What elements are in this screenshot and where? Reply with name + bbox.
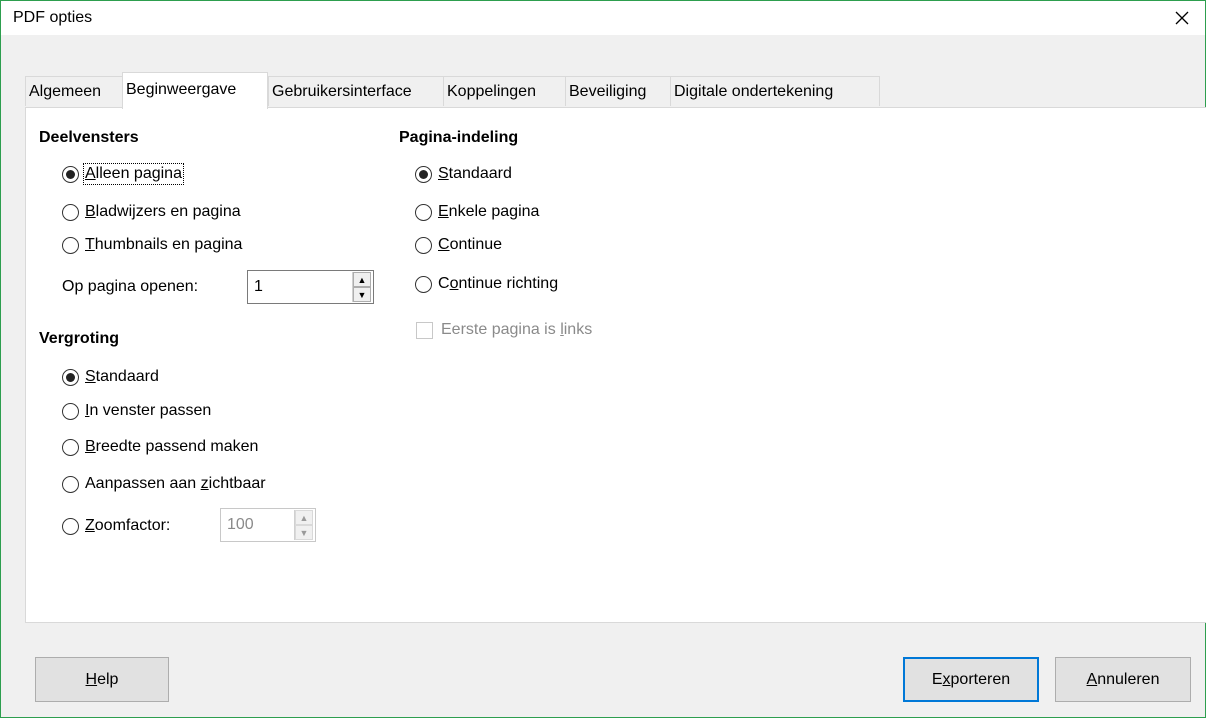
radio-indicator xyxy=(415,203,432,221)
window-title: PDF opties xyxy=(13,9,93,26)
open-page-value: 1 xyxy=(254,278,263,295)
radio-indicator xyxy=(62,368,79,386)
tab-gebruikersinterface[interactable]: Gebruikersinterface xyxy=(268,76,444,106)
radio-indicator xyxy=(62,517,79,535)
spin-down-icon[interactable]: ▼ xyxy=(353,287,371,302)
radio-bladwijzers-en-pagina[interactable]: Bladwijzers en pagina xyxy=(62,200,241,224)
radio-aanpassen-aan-zichtbaar[interactable]: Aanpassen aan zichtbaar xyxy=(62,472,266,496)
spin-up-icon[interactable]: ▲ xyxy=(295,510,313,525)
tab-beginweergave[interactable]: Beginweergave xyxy=(122,72,268,109)
checkbox-eerste-pagina-is-links[interactable]: Eerste pagina is links xyxy=(416,318,592,342)
help-button[interactable]: Help xyxy=(35,657,169,702)
pdf-options-dialog: PDF opties Algemeen Beginweergave Gebrui… xyxy=(0,0,1206,718)
tab-beveiliging[interactable]: Beveiliging xyxy=(565,76,671,106)
radio-indicator xyxy=(415,275,432,293)
radio-enkele-pagina[interactable]: Enkele pagina xyxy=(415,200,539,224)
pagina-indeling-heading: Pagina-indeling xyxy=(399,129,519,146)
tab-algemeen[interactable]: Algemeen xyxy=(25,76,123,106)
radio-indicator xyxy=(62,402,79,420)
spin-down-icon[interactable]: ▼ xyxy=(295,525,313,540)
radio-layout-standaard[interactable]: Standaard xyxy=(415,162,512,186)
zoom-factor-value: 100 xyxy=(227,516,254,533)
vergroting-heading: Vergroting xyxy=(39,330,120,347)
radio-indicator xyxy=(415,236,432,254)
tab-digitale-ondertekening[interactable]: Digitale ondertekening xyxy=(670,76,880,106)
radio-continue-richting[interactable]: Continue richting xyxy=(415,272,558,296)
radio-indicator xyxy=(62,236,79,254)
radio-alleen-pagina[interactable]: Alleen pagina xyxy=(62,162,184,186)
radio-zoom-standaard[interactable]: Standaard xyxy=(62,365,159,389)
radio-continue[interactable]: Continue xyxy=(415,233,502,257)
tab-koppelingen[interactable]: Koppelingen xyxy=(443,76,566,106)
radio-indicator xyxy=(62,203,79,221)
open-page-spinbox[interactable]: 1 ▲ ▼ xyxy=(247,270,374,304)
checkbox-indicator xyxy=(416,321,433,339)
radio-indicator xyxy=(415,165,432,183)
title-bar: PDF opties xyxy=(1,1,1205,35)
export-button[interactable]: Ex porteren xyxy=(903,657,1039,702)
close-icon[interactable] xyxy=(1159,1,1205,35)
radio-indicator xyxy=(62,438,79,456)
radio-indicator xyxy=(62,165,79,183)
radio-breedte-passend-maken[interactable]: Breedte passend maken xyxy=(62,435,258,459)
cancel-button[interactable]: Annuleren xyxy=(1055,657,1191,702)
radio-in-venster-passen[interactable]: In venster passen xyxy=(62,399,211,423)
deelvensters-heading: Deelvensters xyxy=(39,129,139,146)
radio-thumbnails-en-pagina[interactable]: Thumbnails en pagina xyxy=(62,233,242,257)
open-page-label: Op pagina openen: xyxy=(62,278,199,295)
zoom-factor-spinbox[interactable]: 100 ▲ ▼ xyxy=(220,508,316,542)
tab-panel-beginweergave: Deelvensters Alleen pagina Bladwijzers e… xyxy=(25,107,1206,623)
radio-zoomfactor[interactable]: Zoomfactor: xyxy=(62,514,170,538)
radio-indicator xyxy=(62,475,79,493)
spin-up-icon[interactable]: ▲ xyxy=(353,272,371,287)
